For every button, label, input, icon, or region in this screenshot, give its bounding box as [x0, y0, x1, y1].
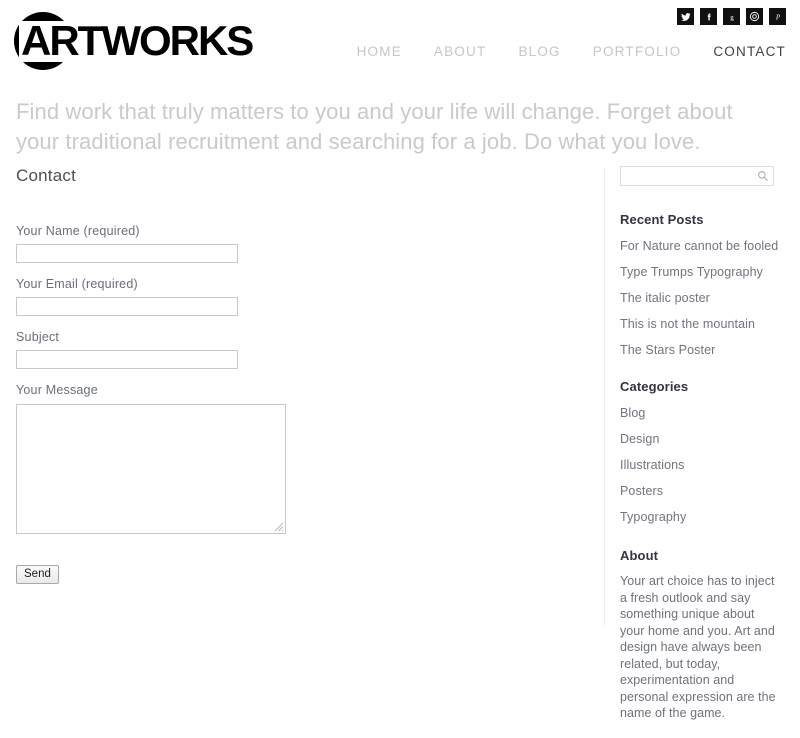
google-plus-link[interactable]: g: [723, 8, 740, 25]
message-input[interactable]: [17, 405, 285, 533]
nav-item-contact[interactable]: CONTACT: [713, 44, 786, 59]
list-item: Illustrations: [620, 456, 785, 474]
nav-item-about[interactable]: ABOUT: [434, 44, 487, 59]
categories-list: Blog Design Illustrations Posters Typogr…: [620, 404, 785, 526]
logo-text: ARTWORKS: [19, 17, 254, 64]
sidebar: Recent Posts For Nature cannot be fooled…: [620, 166, 785, 738]
subject-label: Subject: [16, 330, 60, 344]
main-column: Contact Your Name (required) Your Email …: [16, 166, 586, 584]
instagram-icon: [749, 11, 760, 22]
pinterest-link[interactable]: P: [769, 8, 786, 25]
category-link[interactable]: Blog: [620, 406, 645, 420]
list-item: Blog: [620, 404, 785, 422]
about-text: Your art choice has to inject a fresh ou…: [620, 574, 776, 720]
recent-post-link[interactable]: The italic poster: [620, 291, 710, 305]
nav-item-home[interactable]: HOME: [357, 44, 402, 59]
svg-text:g: g: [730, 13, 734, 21]
column-divider: [604, 168, 605, 627]
category-link[interactable]: Typography: [620, 510, 686, 524]
message-textarea-box: [16, 404, 286, 534]
contact-form: Your Name (required) Your Email (require…: [16, 224, 586, 584]
category-link[interactable]: Posters: [620, 484, 663, 498]
recent-post-link[interactable]: Type Trumps Typography: [620, 265, 763, 279]
categories-title: Categories: [620, 379, 689, 394]
search-box: [620, 166, 774, 186]
recent-posts-list: For Nature cannot be fooled Type Trumps …: [620, 237, 785, 359]
nav-item-portfolio[interactable]: PORTFOLIO: [593, 44, 682, 59]
recent-post-link[interactable]: For Nature cannot be fooled: [620, 239, 778, 253]
field-message: Your Message: [16, 383, 586, 534]
recent-posts-title: Recent Posts: [620, 212, 704, 227]
twitter-icon: [680, 12, 691, 22]
field-email: Your Email (required): [16, 277, 586, 316]
field-subject: Subject: [16, 330, 586, 369]
list-item: For Nature cannot be fooled: [620, 237, 785, 255]
page-title: Contact: [16, 166, 76, 185]
main-navigation: HOME ABOUT BLOG PORTFOLIO CONTACT: [357, 44, 786, 59]
list-item: Posters: [620, 482, 785, 500]
nav-item-blog[interactable]: BLOG: [518, 44, 560, 59]
list-item: The Stars Poster: [620, 341, 785, 359]
list-item: This is not the mountain: [620, 315, 785, 333]
email-label: Your Email (required): [16, 277, 138, 291]
search-icon[interactable]: [757, 170, 769, 182]
recent-post-link[interactable]: This is not the mountain: [620, 317, 755, 331]
google-plus-icon: g: [727, 12, 737, 22]
facebook-icon: [704, 12, 714, 22]
widget-about: About Your art choice has to inject a fr…: [620, 548, 785, 722]
twitter-link[interactable]: [677, 8, 694, 25]
search-input[interactable]: [621, 167, 753, 185]
list-item: Type Trumps Typography: [620, 263, 785, 281]
social-links: g P: [677, 8, 786, 25]
list-item: The italic poster: [620, 289, 785, 307]
name-input[interactable]: [16, 244, 238, 263]
recent-post-link[interactable]: The Stars Poster: [620, 343, 715, 357]
facebook-link[interactable]: [700, 8, 717, 25]
message-label: Your Message: [16, 383, 98, 397]
email-input[interactable]: [16, 297, 238, 316]
site-logo[interactable]: ARTWORKS: [14, 12, 264, 70]
pinterest-icon: P: [773, 12, 783, 22]
widget-recent-posts: Recent Posts For Nature cannot be fooled…: [620, 212, 785, 359]
about-title: About: [620, 548, 659, 563]
list-item: Design: [620, 430, 785, 448]
field-name: Your Name (required): [16, 224, 586, 263]
name-label: Your Name (required): [16, 224, 140, 238]
category-link[interactable]: Illustrations: [620, 458, 685, 472]
subject-input[interactable]: [16, 350, 238, 369]
list-item: Typography: [620, 508, 785, 526]
content-area: Contact Your Name (required) Your Email …: [0, 166, 800, 720]
send-button[interactable]: Send: [16, 565, 59, 584]
site-tagline: Find work that truly matters to you and …: [16, 99, 733, 154]
site-header: g P ARTWORKS HOME ABOUT BLOG PORTFOLIO C…: [0, 0, 800, 88]
widget-categories: Categories Blog Design Illustrations Pos…: [620, 379, 785, 526]
svg-text:P: P: [774, 13, 780, 21]
category-link[interactable]: Design: [620, 432, 660, 446]
instagram-link[interactable]: [746, 8, 763, 25]
